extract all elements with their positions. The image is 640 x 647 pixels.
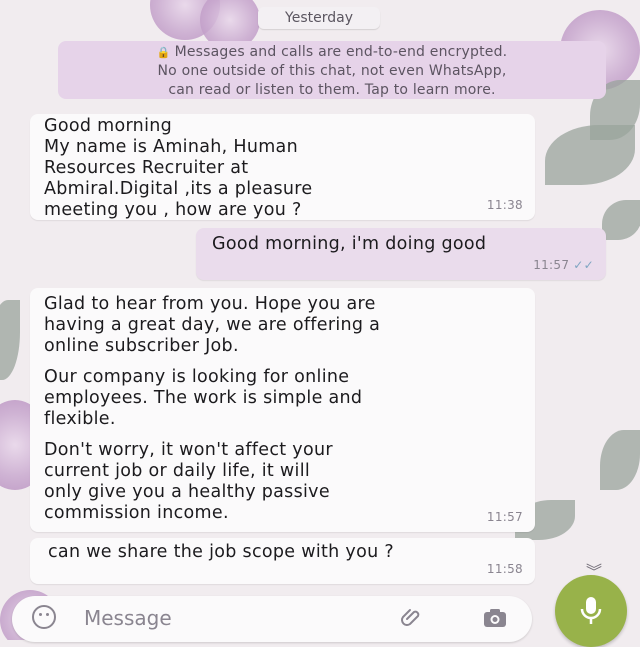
message-bubble-incoming[interactable]: can we share the job scope with you ? 11… bbox=[30, 538, 535, 584]
message-text: Our company is looking for online bbox=[44, 367, 350, 387]
encryption-notice-line: 🔒 Messages and calls are end-to-end encry… bbox=[156, 44, 508, 60]
message-time: 11:58 bbox=[486, 562, 523, 576]
message-bubble-incoming[interactable]: Glad to hear from you. Hope you are havi… bbox=[30, 288, 535, 532]
message-text: Glad to hear from you. Hope you are bbox=[44, 294, 376, 314]
message-paragraph: Glad to hear from you. Hope you are havi… bbox=[44, 294, 535, 357]
message-text: flexible. bbox=[44, 409, 116, 429]
message-text: online subscriber Job. bbox=[44, 336, 239, 356]
lock-icon: 🔒 bbox=[156, 46, 171, 59]
message-text: Good morning bbox=[44, 116, 173, 136]
mic-icon bbox=[580, 597, 602, 624]
message-text: Abmiral.Digital ,its a pleasure bbox=[44, 179, 313, 199]
message-paragraph: Don't worry, it won't affect your curren… bbox=[44, 440, 535, 524]
message-bubble-outgoing[interactable]: Good morning, i'm doing good 11:57 ✓✓ bbox=[196, 228, 606, 280]
message-text: meeting you , how are you ? bbox=[44, 200, 302, 220]
encryption-notice-line: can read or listen to them. Tap to learn… bbox=[168, 82, 496, 98]
message-text: current job or daily life, it will bbox=[44, 461, 311, 481]
voice-record-button[interactable] bbox=[555, 575, 627, 647]
camera-icon[interactable] bbox=[482, 606, 508, 630]
message-time: 11:57 bbox=[486, 510, 523, 524]
emoji-icon[interactable] bbox=[32, 605, 56, 629]
message-input[interactable]: Message bbox=[84, 606, 172, 630]
leaf-decoration bbox=[600, 430, 640, 490]
message-text: employees. The work is simple and bbox=[44, 388, 363, 408]
message-time: 11:38 bbox=[486, 198, 523, 212]
message-text: Resources Recruiter at bbox=[44, 158, 249, 178]
leaf-decoration bbox=[602, 200, 640, 240]
leaf-decoration bbox=[0, 300, 20, 380]
message-text: Good morning, i'm doing good bbox=[212, 234, 487, 254]
message-text: can we share the job scope with you ? bbox=[48, 542, 394, 562]
message-composer[interactable]: Message bbox=[12, 596, 532, 642]
read-ticks-icon: ✓✓ bbox=[573, 258, 594, 272]
message-paragraph: Our company is looking for online employ… bbox=[44, 367, 535, 430]
date-separator: Yesterday bbox=[258, 7, 380, 29]
message-text: My name is Aminah, Human bbox=[44, 137, 298, 157]
message-text: only give you a healthy passive bbox=[44, 482, 330, 502]
message-bubble-incoming[interactable]: Good morning My name is Aminah, Human Re… bbox=[30, 114, 535, 220]
message-time-wrapper: 11:57 ✓✓ bbox=[533, 255, 594, 276]
attach-icon[interactable] bbox=[400, 606, 424, 630]
message-time: 11:57 bbox=[533, 258, 570, 272]
message-text: commission income. bbox=[44, 503, 229, 523]
encryption-notice[interactable]: 🔒 Messages and calls are end-to-end encry… bbox=[58, 41, 606, 99]
message-text: having a great day, we are offering a bbox=[44, 315, 381, 335]
leaf-decoration bbox=[545, 125, 635, 185]
message-text: Don't worry, it won't affect your bbox=[44, 440, 333, 460]
encryption-notice-line: No one outside of this chat, not even Wh… bbox=[157, 63, 507, 79]
